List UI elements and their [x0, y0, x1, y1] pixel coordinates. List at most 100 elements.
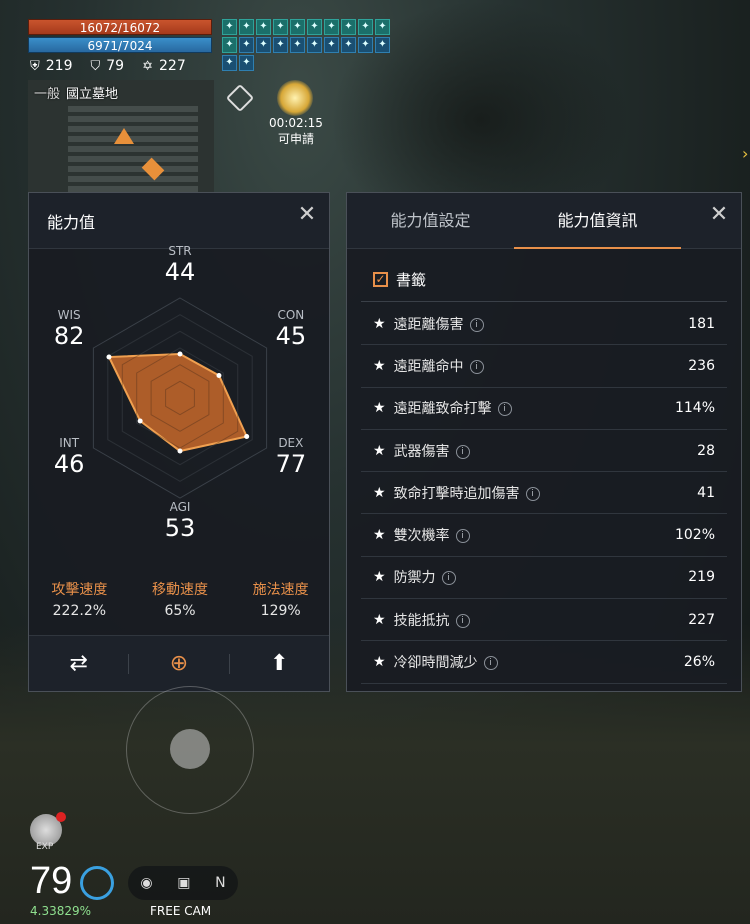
star-icon[interactable]: ★ [373, 654, 386, 670]
buff-icon[interactable]: ✦ [256, 37, 271, 53]
zone-mode: 一般 [34, 87, 61, 102]
checkbox-checked-icon[interactable]: ✓ [373, 272, 388, 287]
star-icon[interactable]: ★ [373, 527, 386, 543]
stats-panel-footer: ⇄ ⊕ ⬆ [29, 635, 329, 691]
info-icon[interactable]: i [497, 402, 512, 417]
buff-icon[interactable]: ✦ [341, 19, 356, 35]
minimap-grid [68, 102, 198, 192]
cast-speed: 施法速度 129% [230, 579, 331, 619]
stat-info-row: ★ 技能抵抗 i 227 [361, 599, 727, 642]
buff-icon[interactable]: ✦ [307, 19, 322, 35]
misc-stat-value: 227 [159, 58, 186, 74]
buff-icon[interactable]: ✦ [273, 19, 288, 35]
info-icon[interactable]: i [455, 444, 470, 459]
feather-icon[interactable] [80, 866, 114, 900]
buff-icon[interactable]: ✦ [290, 37, 305, 53]
buff-icon[interactable]: ✦ [256, 19, 271, 35]
bookmark-toggle[interactable]: ✓ 書籤 [373, 269, 426, 290]
video-camera-icon[interactable]: ▣ [177, 875, 190, 891]
buff-icon[interactable]: ✦ [239, 37, 254, 53]
stats-panel-title: 能力值 [47, 212, 96, 232]
axis-value-wis: 82 [53, 322, 85, 350]
stat-info-name-text: 遠距離命中 [393, 358, 464, 375]
info-icon[interactable]: i [483, 656, 498, 671]
attack-speed-value: 222.2% [52, 603, 107, 619]
minimap[interactable]: 一般 國立墓地 [28, 80, 214, 192]
shield-icon: ⛨ [30, 58, 40, 74]
buff-icon[interactable]: ✦ [324, 37, 339, 53]
axis-label-dex: DEX [278, 436, 304, 450]
buff-icon[interactable]: ✦ [290, 19, 305, 35]
stat-info-row: ★ 遠距離命中 i 236 [361, 345, 727, 388]
axis-value-dex: 77 [275, 450, 307, 478]
buff-icon[interactable]: ✦ [324, 19, 339, 35]
free-cam-label: FREE CAM [150, 904, 212, 918]
stat-info-name: 技能抵抗 i [394, 610, 689, 630]
defense-value: 219 [45, 58, 73, 74]
star-icon[interactable]: ★ [373, 400, 386, 416]
move-speed-value: 65% [164, 603, 196, 619]
stat-info-row: ★ 致命打擊時追加傷害 i 41 [361, 472, 727, 515]
stat-info-row: ★ 雙次機率 i 102% [361, 514, 727, 557]
axis-label-agi: AGI [169, 500, 191, 514]
buff-icon[interactable]: ✦ [239, 55, 254, 71]
star-icon[interactable]: ★ [373, 443, 386, 459]
star-icon[interactable]: ★ [373, 485, 386, 501]
exp-percent: 4.33829% [30, 904, 92, 918]
bookmark-label: 書籤 [396, 271, 427, 289]
event-icon[interactable] [277, 80, 313, 116]
stat-info-row: ★ 冷卻時間減少 i 26% [361, 641, 727, 684]
camera-icon[interactable]: ◉ [140, 875, 152, 891]
cast-speed-label: 施法速度 [252, 582, 309, 598]
axis-value-int: 46 [53, 450, 85, 478]
buff-icon[interactable]: ✦ [239, 19, 254, 35]
close-icon[interactable]: ✕ [297, 204, 317, 226]
buff-icon[interactable]: ✦ [273, 37, 288, 53]
stat-info-value: 114% [674, 400, 715, 417]
buff-icon[interactable]: ✦ [222, 19, 237, 35]
info-icon[interactable]: i [469, 359, 484, 374]
hp-value: 16072/16072 [79, 21, 161, 35]
buff-icon[interactable]: ✦ [375, 37, 390, 53]
buff-icon[interactable]: ✦ [375, 19, 390, 35]
buff-icon[interactable]: ✦ [222, 37, 237, 53]
info-icon[interactable]: i [469, 317, 484, 332]
stats-info-panel: 能力值設定 能力值資訊 ✕ ✓ 書籤 ★ 遠距離傷害 i 181 ★ 遠距離命中 i 236 ★… [346, 192, 742, 692]
stat-info-name: 遠距離傷害 i [394, 314, 689, 334]
waypoint-icon[interactable] [225, 83, 255, 113]
arrow-up-icon: ⬆ [270, 651, 289, 676]
stat-info-row: ★ 遠距離致命打擊 i 114% [361, 388, 727, 430]
buff-icon[interactable]: ✦ [358, 19, 373, 35]
star-icon[interactable]: ★ [373, 358, 386, 374]
star-icon[interactable]: ★ [373, 569, 386, 585]
player-marker-icon [114, 128, 134, 144]
radar-point [177, 448, 183, 454]
axis-label-int: INT [59, 436, 80, 450]
buff-icon[interactable]: ✦ [307, 37, 322, 53]
joystick-knob[interactable] [170, 729, 210, 769]
radar-point [177, 351, 183, 357]
compass-indicator[interactable]: N [215, 875, 225, 891]
stat-info-value: 41 [697, 484, 715, 501]
tab-stat-info[interactable]: 能力值資訊 [514, 193, 681, 249]
stat-up-button[interactable]: ⬆ [230, 651, 329, 676]
stat-info-name-text: 技能抵抗 [393, 612, 450, 629]
tab-stat-settings[interactable]: 能力值設定 [347, 193, 514, 248]
info-icon[interactable]: i [455, 529, 470, 544]
star-icon[interactable]: ★ [373, 316, 386, 332]
buff-icon[interactable]: ✦ [222, 55, 237, 71]
swap-arrows-button[interactable]: ⇄ [29, 651, 128, 676]
attack-speed: 攻擊速度 222.2% [29, 579, 130, 619]
zoom-in-button[interactable]: ⊕ [129, 651, 228, 676]
close-icon[interactable]: ✕ [709, 204, 729, 226]
info-icon[interactable]: i [455, 613, 470, 628]
event-timer: 00:02:15 [269, 116, 323, 130]
info-icon[interactable]: i [441, 571, 456, 586]
info-icon[interactable]: i [525, 486, 540, 501]
star-icon[interactable]: ★ [373, 612, 386, 628]
buff-icon[interactable]: ✦ [341, 37, 356, 53]
axis-value-con: 45 [275, 322, 307, 350]
buff-icon[interactable]: ✦ [358, 37, 373, 53]
event-status: 可申請 [277, 132, 314, 146]
stat-info-name-text: 雙次機率 [393, 528, 450, 545]
